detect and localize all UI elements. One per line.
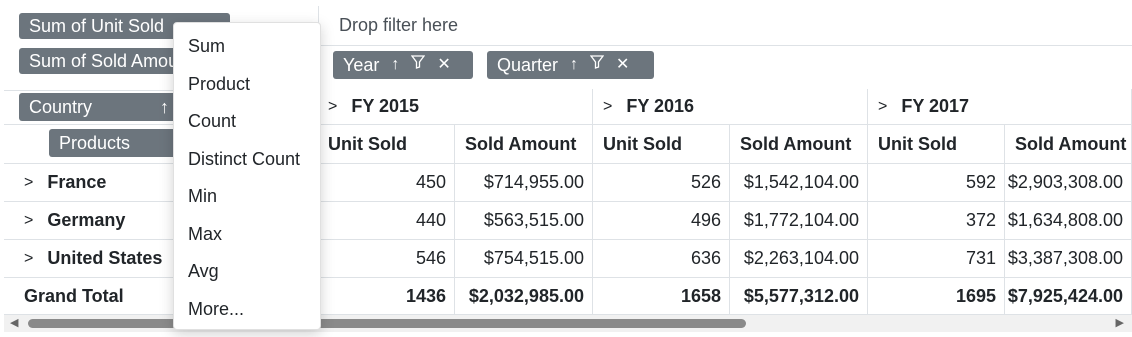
year-header[interactable]: > FY 2016 [593, 89, 868, 124]
menu-item-avg[interactable]: Avg [188, 261, 219, 282]
data-cell[interactable]: $754,515.00 [455, 240, 593, 277]
row-field-label: Products [59, 133, 131, 153]
measure-header[interactable]: Sold Amount [730, 125, 868, 163]
filter-icon[interactable] [589, 51, 605, 79]
filter-placeholder: Drop filter here [339, 15, 459, 35]
menu-item-product[interactable]: Product [188, 74, 250, 95]
data-cell[interactable]: 731 [868, 240, 1005, 277]
measure-header[interactable]: Unit Sold [593, 125, 730, 163]
scroll-left-icon[interactable]: ◀ [10, 315, 18, 332]
data-cell[interactable]: 526 [593, 164, 730, 201]
row-field-label: Country [29, 97, 93, 117]
menu-item-sum[interactable]: Sum [188, 36, 225, 57]
menu-item-min[interactable]: Min [188, 186, 217, 207]
data-cell[interactable]: 372 [868, 202, 1005, 239]
scroll-right-icon[interactable]: ▶ [1116, 315, 1124, 332]
data-cell[interactable]: 592 [868, 164, 1005, 201]
chevron-right-icon[interactable]: > [328, 98, 337, 116]
grand-total-cell[interactable]: $7,925,424.00 [1005, 278, 1132, 315]
pivot-table: Sum of Unit Sold Sum of Sold Amount Drop… [0, 0, 1132, 337]
grand-total-cell[interactable]: $2,032,985.00 [455, 278, 593, 315]
data-cell[interactable]: $1,634,808.00 [1005, 202, 1132, 239]
arrow-up-icon[interactable]: ↑ [391, 51, 399, 79]
columns-area: Year ↑ ✕ Quarter ↑ ✕ [318, 45, 1132, 87]
close-icon[interactable]: ✕ [616, 51, 629, 79]
chevron-right-icon[interactable]: > [24, 174, 33, 192]
chevron-right-icon[interactable]: > [603, 98, 612, 116]
measure-header[interactable]: Unit Sold [868, 125, 1005, 163]
menu-item-distinct-count[interactable]: Distinct Count [188, 149, 300, 170]
data-cell[interactable]: $714,955.00 [455, 164, 593, 201]
year-header[interactable]: > FY 2017 [868, 89, 1132, 124]
grand-total-cell[interactable]: $5,577,312.00 [730, 278, 868, 315]
column-field-year[interactable]: Year ↑ ✕ [333, 51, 473, 79]
data-cell[interactable]: $563,515.00 [455, 202, 593, 239]
filter-area[interactable]: Drop filter here [318, 6, 1132, 46]
chevron-right-icon[interactable]: > [24, 250, 33, 268]
close-icon[interactable]: ✕ [437, 51, 450, 79]
row-field-country[interactable]: Country ↑ [19, 93, 179, 121]
data-cell[interactable]: 496 [593, 202, 730, 239]
measure-header[interactable]: Sold Amount [455, 125, 593, 163]
grand-total-cell[interactable]: 1658 [593, 278, 730, 315]
menu-item-count[interactable]: Count [188, 111, 236, 132]
measure-header[interactable]: Sold Amount [1005, 125, 1132, 163]
data-cell[interactable]: $2,903,308.00 [1005, 164, 1132, 201]
data-cell[interactable]: $2,263,104.00 [730, 240, 868, 277]
year-header[interactable]: > FY 2015 [318, 89, 593, 124]
column-field-quarter[interactable]: Quarter ↑ ✕ [487, 51, 654, 79]
data-cell[interactable]: $1,772,104.00 [730, 202, 868, 239]
chevron-right-icon[interactable]: > [878, 98, 887, 116]
data-cell[interactable]: $1,542,104.00 [730, 164, 868, 201]
chevron-right-icon[interactable]: > [24, 212, 33, 230]
aggregation-menu: Sum Product Count Distinct Count Min Max… [173, 22, 321, 330]
data-cell[interactable]: 450 [318, 164, 455, 201]
column-field-label: Quarter [497, 55, 559, 75]
filter-icon[interactable] [411, 51, 426, 79]
data-cell[interactable]: $3,387,308.00 [1005, 240, 1132, 277]
grand-total-cell[interactable]: 1695 [868, 278, 1005, 315]
column-field-label: Year [343, 55, 380, 75]
data-cell[interactable]: 440 [318, 202, 455, 239]
menu-item-max[interactable]: Max [188, 224, 222, 245]
measure-header[interactable]: Unit Sold [318, 125, 455, 163]
data-cell[interactable]: 636 [593, 240, 730, 277]
row-field-products[interactable]: Products [49, 129, 179, 157]
menu-item-more[interactable]: More... [188, 299, 244, 320]
data-cell[interactable]: 546 [318, 240, 455, 277]
scrollbar-thumb[interactable] [28, 319, 746, 328]
arrow-up-icon[interactable]: ↑ [160, 93, 169, 121]
grand-total-cell[interactable]: 1436 [318, 278, 455, 315]
arrow-up-icon[interactable]: ↑ [570, 51, 578, 79]
